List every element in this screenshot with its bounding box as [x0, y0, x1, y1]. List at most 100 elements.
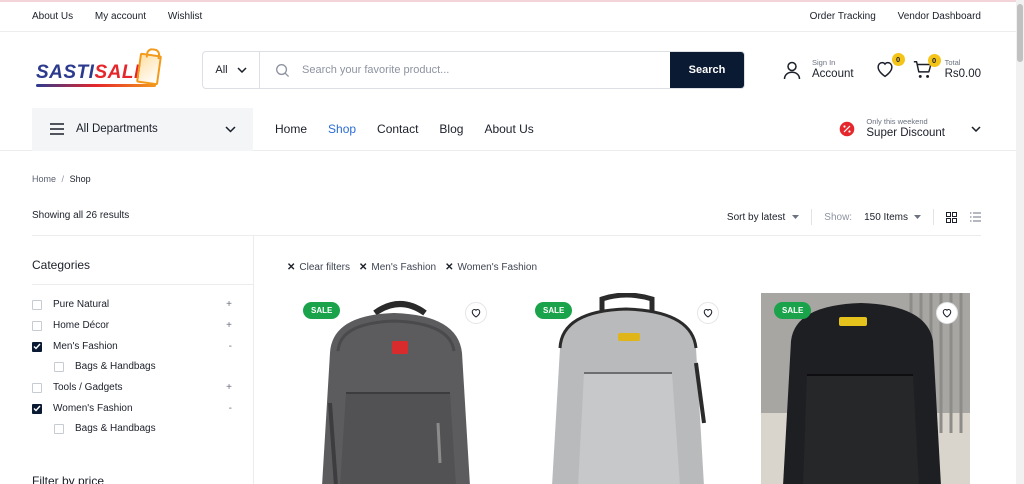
menu-blog[interactable]: Blog [439, 122, 463, 136]
category-label: Bags & Handbags [75, 423, 156, 434]
checkbox-checked[interactable] [32, 341, 42, 352]
active-filters: ✕ Clear filters ✕ Men's Fashion ✕ Women's F… [287, 262, 537, 273]
product-card[interactable]: SALE [522, 293, 731, 484]
grid-view-icon[interactable] [946, 211, 957, 223]
all-departments-button[interactable]: All Departments [32, 107, 253, 151]
heart-icon [471, 308, 481, 318]
checkbox[interactable] [54, 361, 64, 372]
cart-button[interactable]: 0 Total Rs0.00 [912, 54, 981, 81]
category-label: Home Décor [53, 320, 110, 331]
wishlist-count-badge: 0 [891, 53, 905, 66]
user-icon [783, 61, 801, 80]
discount-badge-icon [840, 121, 855, 137]
category-label: Women's Fashion [53, 403, 133, 414]
breadcrumb-home[interactable]: Home [32, 174, 56, 184]
sort-select[interactable]: Sort by latest [727, 212, 800, 223]
filter-chip-mens-fashion[interactable]: ✕ Men's Fashion [359, 262, 436, 273]
heart-icon [942, 308, 952, 318]
check-icon [33, 343, 41, 350]
category-pure-natural[interactable]: Pure Natural + [32, 299, 232, 310]
menu-shop[interactable]: Shop [328, 122, 356, 136]
list-view-icon[interactable] [970, 212, 981, 222]
category-home-decor[interactable]: Home Décor + [32, 320, 232, 331]
checkbox[interactable] [32, 299, 42, 310]
product-image-backpack[interactable] [290, 293, 499, 484]
header-actions: Sign In Account 0 0 Total Rs0.00 [782, 53, 981, 82]
super-discount-dropdown[interactable]: Only this weekend Super Discount [839, 117, 981, 140]
search-button[interactable]: Search [670, 52, 744, 88]
expand-toggle[interactable]: + [226, 382, 232, 393]
logo-text: SASTISALE [36, 62, 148, 83]
clear-filters-chip[interactable]: ✕ Clear filters [287, 262, 350, 273]
expand-toggle[interactable]: + [226, 320, 232, 331]
top-bar: About Us My account Wishlist Order Track… [0, 2, 1016, 32]
chevron-down-icon [971, 126, 981, 132]
shop-toolbar: Sort by latest Show: 150 Items [727, 209, 981, 225]
cart-total-value: Rs0.00 [944, 67, 981, 80]
vendor-dashboard-link[interactable]: Vendor Dashboard [898, 11, 981, 22]
sale-badge: SALE [535, 302, 573, 319]
product-card[interactable]: SALE [761, 293, 970, 484]
toolbar-divider [811, 209, 813, 225]
breadcrumb: Home / Shop [32, 174, 91, 184]
wishlist-link[interactable]: Wishlist [168, 11, 202, 22]
cart-labels: Total Rs0.00 [944, 58, 981, 81]
my-account-link[interactable]: My account [95, 11, 146, 22]
product-image-backpack[interactable] [761, 293, 970, 484]
view-toggles [946, 211, 981, 223]
expand-toggle[interactable]: + [226, 299, 232, 310]
checkbox[interactable] [32, 320, 42, 331]
search-category-select[interactable]: All [203, 52, 260, 88]
add-to-wishlist-button[interactable] [465, 302, 487, 324]
caret-down-icon [914, 215, 921, 219]
add-to-wishlist-button[interactable] [697, 302, 719, 324]
collapse-toggle[interactable]: - [229, 403, 232, 414]
sale-badge: SALE [303, 302, 341, 319]
checkbox[interactable] [54, 423, 64, 434]
account-label: Account [812, 67, 854, 80]
site-logo[interactable]: SASTISALE [32, 48, 169, 92]
search-field [260, 52, 670, 88]
category-tools-gadgets[interactable]: Tools / Gadgets + [32, 382, 232, 393]
header: SASTISALE All Search Sign In Account [0, 32, 1016, 108]
breadcrumb-separator: / [61, 174, 65, 184]
about-us-link[interactable]: About Us [32, 11, 73, 22]
filter-by-price-title: Filter by price [32, 474, 105, 484]
menu-contact[interactable]: Contact [377, 122, 418, 136]
account-labels: Sign In Account [812, 58, 854, 81]
logo-underline [36, 84, 156, 87]
product-image-backpack[interactable] [522, 293, 731, 484]
collapse-toggle[interactable]: - [229, 341, 232, 352]
cart-icon-wrap: 0 [912, 54, 941, 81]
page-scrollbar[interactable] [1016, 0, 1024, 484]
close-icon: ✕ [287, 262, 296, 273]
checkbox[interactable] [32, 382, 42, 393]
caret-down-icon [792, 215, 800, 219]
scrollbar-thumb[interactable] [1017, 4, 1023, 62]
show-value: 150 Items [864, 211, 908, 223]
show-count-select[interactable]: Show: 150 Items [824, 212, 921, 223]
show-label: Show: [824, 211, 853, 223]
category-mens-bags-handbags[interactable]: Bags & Handbags [54, 361, 232, 372]
promo-title: Super Discount [866, 126, 945, 139]
filter-chip-womens-fashion[interactable]: ✕ Women's Fashion [445, 262, 537, 273]
search-input[interactable] [302, 64, 632, 76]
category-mens-fashion[interactable]: Men's Fashion - [32, 341, 232, 352]
category-label: Tools / Gadgets [53, 382, 123, 393]
cart-count-badge: 0 [927, 54, 941, 67]
wishlist-button[interactable]: 0 [874, 53, 905, 82]
menu-home[interactable]: Home [275, 122, 307, 136]
checkbox-checked[interactable] [32, 403, 42, 414]
all-departments-label: All Departments [76, 123, 158, 135]
product-card[interactable]: SALE [290, 293, 499, 484]
menu-about-us[interactable]: About Us [484, 122, 533, 136]
account-link[interactable]: Sign In Account [782, 58, 854, 81]
category-label: Pure Natural [53, 299, 110, 310]
promo-subtitle: Only this weekend [866, 117, 928, 127]
category-womens-bags-handbags[interactable]: Bags & Handbags [54, 423, 232, 434]
sidebar: Categories Pure Natural + Home Décor + M… [32, 236, 254, 484]
category-womens-fashion[interactable]: Women's Fashion - [32, 403, 232, 414]
order-tracking-link[interactable]: Order Tracking [810, 11, 876, 22]
add-to-wishlist-button[interactable] [936, 302, 958, 324]
top-bar-left: About Us My account Wishlist [32, 11, 221, 22]
